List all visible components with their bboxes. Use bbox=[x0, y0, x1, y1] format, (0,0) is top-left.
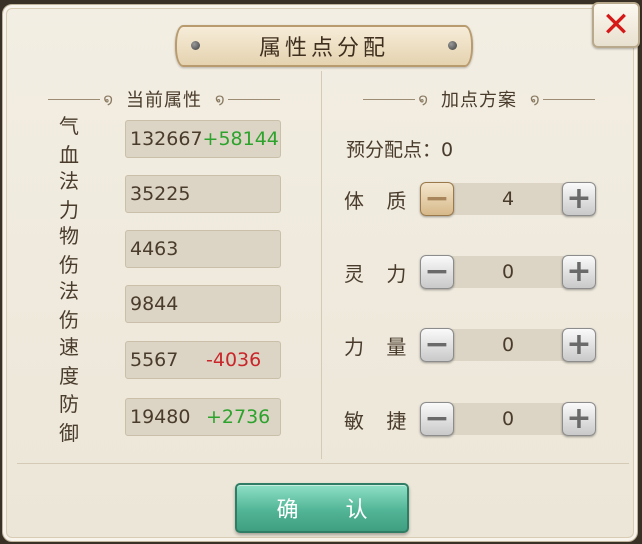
column-divider bbox=[321, 71, 322, 459]
alloc-label: 敏 捷 bbox=[344, 408, 415, 433]
stat-value: 132667 bbox=[130, 128, 203, 150]
stat-value-box: 19480 +2736 bbox=[125, 398, 281, 436]
stat-value-box: 132667 +58144 bbox=[125, 120, 281, 158]
decrease-button[interactable]: − bbox=[420, 402, 454, 436]
plus-icon: + bbox=[566, 181, 592, 216]
alloc-label: 灵 力 bbox=[344, 261, 415, 286]
close-button[interactable]: ✕ bbox=[592, 2, 640, 48]
stat-label: 法 力 bbox=[59, 169, 87, 222]
attribute-dialog: 属性点分配 ໑ 当前属性 ໑ ໑ 加点方案 ໑ 气 血 132667 +58144… bbox=[2, 4, 638, 542]
stat-value: 19480 bbox=[130, 406, 191, 428]
stat-label: 速 度 bbox=[59, 335, 87, 388]
minus-icon: − bbox=[424, 254, 450, 289]
rivet-right-icon bbox=[448, 41, 457, 50]
stat-row-hp: 气 血 132667 +58144 bbox=[59, 114, 281, 167]
alloc-value: 4 bbox=[434, 183, 582, 215]
stat-value-box: 9844 bbox=[125, 285, 281, 323]
alloc-row-strength: 力 量 0 − + bbox=[344, 325, 596, 365]
ornament-line bbox=[542, 98, 595, 100]
stat-value-box: 35225 bbox=[125, 175, 281, 213]
allocation-plan-title: 加点方案 bbox=[441, 90, 517, 111]
plus-icon: + bbox=[566, 327, 592, 362]
stat-bonus: +2736 bbox=[206, 406, 271, 428]
ornament-curl-icon: ໑ bbox=[103, 90, 113, 108]
alloc-value: 0 bbox=[434, 329, 582, 361]
stat-bonus: -4036 bbox=[206, 349, 262, 371]
stat-value-box: 4463 bbox=[125, 230, 281, 268]
minus-icon: − bbox=[424, 327, 450, 362]
stat-bonus: +58144 bbox=[202, 128, 279, 150]
increase-button[interactable]: + bbox=[562, 182, 596, 216]
stat-value: 4463 bbox=[130, 238, 179, 260]
stat-label: 法 伤 bbox=[59, 279, 87, 332]
ornament-curl-icon: ໑ bbox=[215, 90, 225, 108]
alloc-value: 0 bbox=[434, 256, 582, 288]
title-plaque: 属性点分配 bbox=[175, 25, 473, 67]
alloc-row-spirit: 灵 力 0 − + bbox=[344, 252, 596, 292]
alloc-stepper: 0 − + bbox=[420, 255, 596, 289]
confirm-button[interactable]: 确 认 bbox=[235, 483, 409, 533]
increase-button[interactable]: + bbox=[562, 402, 596, 436]
stat-row-magic-damage: 法 伤 9844 bbox=[59, 279, 281, 332]
rivet-left-icon bbox=[191, 41, 200, 50]
alloc-stepper: 4 − + bbox=[420, 182, 596, 216]
stat-row-defense: 防 御 19480 +2736 bbox=[59, 392, 281, 445]
ornament-line bbox=[48, 98, 101, 100]
stat-row-mp: 法 力 35225 bbox=[59, 169, 281, 222]
decrease-button[interactable]: − bbox=[420, 328, 454, 362]
stat-value: 35225 bbox=[130, 183, 191, 205]
close-icon: ✕ bbox=[601, 5, 631, 45]
stat-row-speed: 速 度 5567 -4036 bbox=[59, 335, 281, 388]
ornament-curl-icon: ໑ bbox=[530, 90, 540, 108]
plus-icon: + bbox=[566, 254, 592, 289]
alloc-value: 0 bbox=[434, 403, 582, 435]
decrease-button[interactable]: − bbox=[420, 255, 454, 289]
stat-value: 9844 bbox=[130, 293, 179, 315]
alloc-stepper: 0 − + bbox=[420, 402, 596, 436]
alloc-stepper: 0 − + bbox=[420, 328, 596, 362]
alloc-row-constitution: 体 质 4 − + bbox=[344, 179, 596, 219]
dialog-title: 属性点分配 bbox=[258, 36, 389, 61]
remaining-points: 预分配点：0 bbox=[346, 139, 454, 161]
stat-value: 5567 bbox=[130, 349, 179, 371]
increase-button[interactable]: + bbox=[562, 328, 596, 362]
allocation-plan-header: ໑ 加点方案 ໑ bbox=[343, 85, 615, 113]
ornament-line bbox=[227, 98, 280, 100]
alloc-row-agility: 敏 捷 0 − + bbox=[344, 399, 596, 439]
footer-divider bbox=[17, 463, 629, 464]
current-attributes-header: ໑ 当前属性 ໑ bbox=[31, 85, 297, 113]
stat-row-physical-damage: 物 伤 4463 bbox=[59, 224, 281, 277]
stat-label: 物 伤 bbox=[59, 224, 87, 277]
ornament-line bbox=[363, 98, 416, 100]
stat-value-box: 5567 -4036 bbox=[125, 341, 281, 379]
plus-icon: + bbox=[566, 401, 592, 436]
stat-label: 防 御 bbox=[59, 392, 87, 445]
decrease-button[interactable]: − bbox=[420, 182, 454, 216]
alloc-label: 力 量 bbox=[344, 334, 415, 359]
increase-button[interactable]: + bbox=[562, 255, 596, 289]
minus-icon: − bbox=[424, 181, 450, 216]
ornament-curl-icon: ໑ bbox=[418, 90, 428, 108]
current-attributes-title: 当前属性 bbox=[126, 90, 202, 111]
stat-label: 气 血 bbox=[59, 114, 87, 167]
alloc-label: 体 质 bbox=[344, 188, 415, 213]
minus-icon: − bbox=[424, 401, 450, 436]
